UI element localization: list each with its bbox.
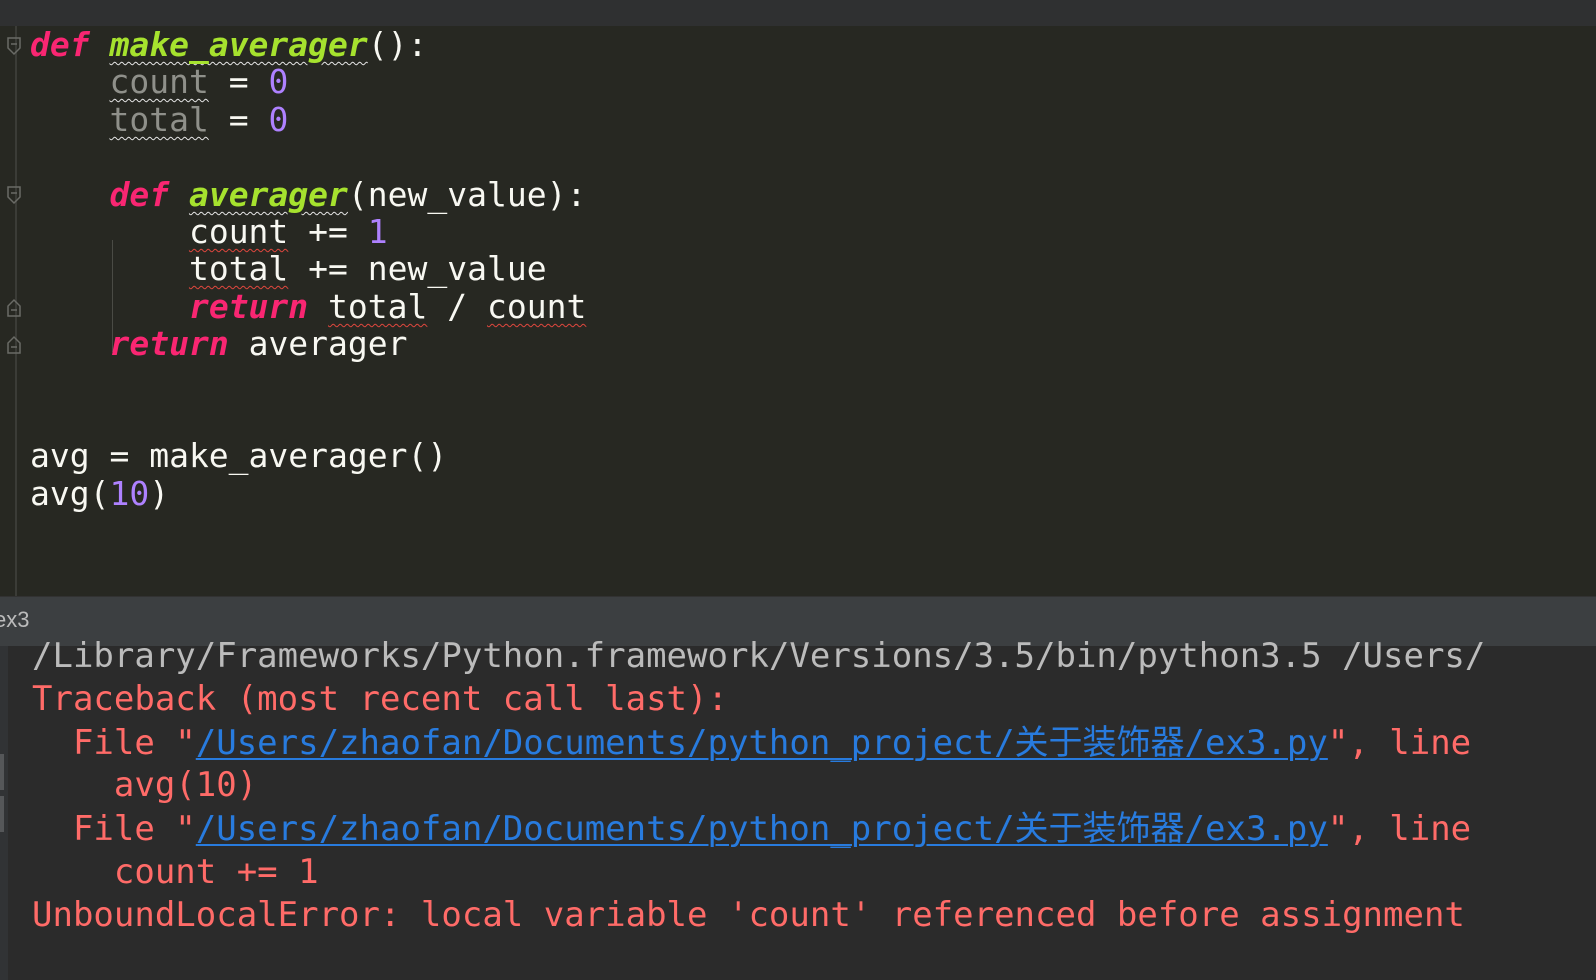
code-line[interactable]: count += 1	[30, 213, 388, 251]
fold-end-icon[interactable]	[6, 296, 22, 318]
code-token: def	[30, 25, 90, 64]
code-token: def	[109, 175, 170, 214]
code-token: count	[188, 212, 289, 251]
code-token: make_averager	[109, 25, 368, 64]
code-token: 0	[268, 62, 289, 101]
run-panel-title[interactable]: ex3	[0, 607, 29, 633]
code-line[interactable]: return total / count	[30, 288, 586, 326]
code-token: return	[188, 287, 309, 326]
traceback-file-suffix: ", line	[1327, 723, 1472, 763]
code-line[interactable]: total = 0	[30, 101, 288, 139]
fold-end-icon[interactable]	[6, 333, 22, 355]
traceback-file-line: File "/Users/zhaofan/Documents/python_pr…	[32, 721, 1471, 765]
traceback-file-suffix: ", line	[1327, 809, 1472, 849]
code-line[interactable]: count = 0	[30, 63, 288, 101]
code-editor[interactable]: def make_averager(): count = 0 total = 0…	[0, 26, 1596, 596]
code-line[interactable]: return averager	[30, 324, 408, 363]
code-line[interactable]: def make_averager():	[30, 26, 427, 64]
code-token: averager	[228, 324, 408, 363]
code-token: += new_value	[288, 249, 547, 288]
code-token: avg(	[30, 474, 110, 513]
code-token: =	[208, 62, 269, 101]
gutter-marker	[0, 754, 4, 790]
code-token: ():	[367, 25, 428, 64]
gutter-marker	[0, 796, 4, 832]
code-token: total	[109, 100, 209, 139]
traceback-code-line: count += 1	[32, 852, 319, 892]
fold-open-icon[interactable]	[6, 36, 22, 58]
code-token: averager	[188, 175, 348, 214]
traceback-header: Traceback (most recent call last):	[32, 679, 728, 719]
code-token: +=	[288, 212, 368, 251]
error-message: UnboundLocalError: local variable 'count…	[32, 895, 1465, 935]
console-gutter	[0, 646, 8, 980]
code-token: count	[109, 62, 209, 101]
traceback-file-line: File "/Users/zhaofan/Documents/python_pr…	[32, 807, 1471, 851]
code-token: /	[427, 287, 487, 326]
code-token: 10	[109, 474, 150, 513]
traceback-code-line: avg(10)	[32, 765, 258, 805]
traceback-file-prefix: File "	[32, 809, 196, 849]
fold-open-icon[interactable]	[6, 185, 22, 207]
code-token: 0	[268, 100, 289, 139]
code-token: )	[149, 474, 170, 513]
console-command-line: /Library/Frameworks/Python.framework/Ver…	[32, 636, 1486, 676]
code-line[interactable]: def averager(new_value):	[30, 176, 586, 214]
code-token: (new_value):	[347, 175, 587, 214]
code-line[interactable]: avg(10)	[30, 475, 169, 513]
editor-tab-strip	[0, 0, 1596, 26]
code-token: total	[188, 249, 289, 288]
code-token: 1	[367, 212, 388, 251]
code-token: total	[328, 287, 428, 326]
traceback-file-link[interactable]: /Users/zhaofan/Documents/python_project/…	[196, 809, 1328, 849]
code-line[interactable]: total += new_value	[30, 250, 547, 288]
traceback-file-link[interactable]: /Users/zhaofan/Documents/python_project/…	[196, 723, 1328, 763]
code-line[interactable]: avg = make_averager()	[30, 437, 447, 475]
code-token: count	[487, 287, 587, 326]
traceback-file-prefix: File "	[32, 723, 196, 763]
code-token: return	[109, 324, 229, 363]
run-console[interactable]: /Library/Frameworks/Python.framework/Ver…	[0, 636, 1596, 980]
code-token: =	[208, 100, 269, 139]
code-token: avg = make_averager()	[30, 436, 448, 475]
